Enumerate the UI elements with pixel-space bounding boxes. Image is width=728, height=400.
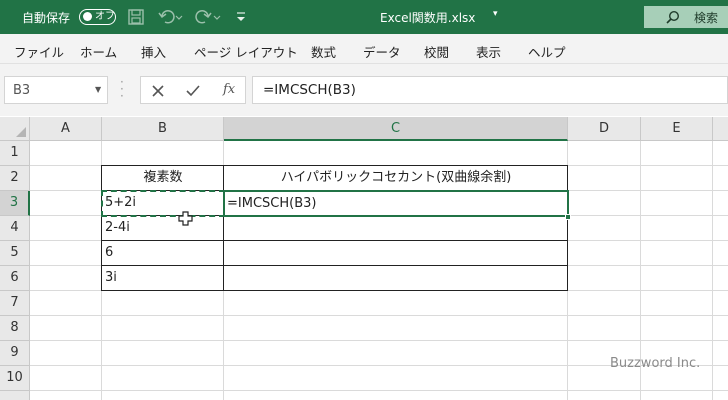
row-header-11[interactable] [0,391,30,400]
formula-input[interactable]: =IMCSCH(B3) [252,76,728,104]
search-icon [666,10,680,24]
select-all-button[interactable] [0,117,30,141]
name-box-dropdown-icon[interactable]: ▼ [95,85,101,94]
cell-select-cursor-icon [178,211,193,226]
watermark: Buzzword Inc. [610,356,701,371]
tab-file[interactable]: ファイル [14,42,64,61]
cell-b5[interactable]: 6 [105,241,113,265]
cell-c2[interactable]: ハイパボリックコセカント(双曲線余割) [224,166,568,190]
name-box[interactable]: B3 ▼ [4,76,108,104]
gridline [712,141,713,400]
cancel-icon[interactable] [151,84,165,98]
name-box-value: B3 [13,83,31,98]
tab-insert[interactable]: 挿入 [141,42,166,61]
active-cell-c3[interactable]: =IMCSCH(B3) [223,190,569,217]
tab-review[interactable]: 校閲 [424,42,449,61]
column-header-b[interactable]: B [102,117,224,141]
formula-bar-buttons: fx [140,76,246,104]
row-header-1[interactable]: 1 [0,141,30,166]
row-header-8[interactable]: 8 [0,316,30,341]
insert-function-icon[interactable]: fx [223,82,235,97]
gridline [30,390,728,391]
cell-b2[interactable]: 複素数 [102,166,224,190]
tab-formulas[interactable]: 数式 [311,42,336,61]
column-header-e[interactable]: E [641,117,713,141]
cell-b3[interactable]: 5+2i [105,191,136,215]
tab-data[interactable]: データ [363,42,401,61]
row-header-4[interactable]: 4 [0,216,30,241]
undo-icon[interactable] [157,9,183,25]
table-border [101,265,568,266]
formula-text: =IMCSCH(B3) [263,82,356,98]
cell-b4[interactable]: 2-4i [105,216,130,240]
ribbon-tabs: ファイル ホーム 挿入 ページ レイアウト 数式 データ 校閲 表示 ヘルプ [0,34,728,64]
autosave-state: オフ [95,11,115,22]
cell-b6[interactable]: 3i [105,266,117,290]
row-header-9[interactable]: 9 [0,341,30,366]
worksheet-grid[interactable]: A B C D E 1 2 3 4 5 6 7 8 9 10 複素数 ハイパボリ… [0,117,728,400]
row-header-5[interactable]: 5 [0,241,30,266]
column-header-c[interactable]: C [224,117,568,141]
title-bar: 自動保存 オフ Excel関数用.xlsx ▾ 検索 [0,0,728,34]
toggle-knob [83,12,92,21]
tab-view[interactable]: 表示 [476,42,501,61]
enter-check-icon[interactable] [185,84,201,98]
formula-bar-area: B3 ▼ · · · fx =IMCSCH(B3) [0,64,728,116]
cell-c3-edit-text: =IMCSCH(B3) [227,196,317,211]
column-header-f[interactable] [713,117,728,141]
customize-toolbar-icon[interactable] [235,9,247,25]
row-header-3[interactable]: 3 [0,191,30,216]
column-header-d[interactable]: D [568,117,641,141]
table-border [101,240,568,241]
tab-help[interactable]: ヘルプ [528,42,566,61]
gridline [30,315,728,316]
gridline [30,340,728,341]
select-all-triangle-icon [16,127,26,137]
title-caret-icon[interactable]: ▾ [493,9,498,19]
row-header-2[interactable]: 2 [0,166,30,191]
formula-bar-grip-icon[interactable]: · · · [120,76,124,102]
redo-icon[interactable] [195,9,221,25]
column-header-a[interactable]: A [30,117,102,141]
autosave-label: 自動保存 [22,11,71,25]
row-header-7[interactable]: 7 [0,291,30,316]
save-icon[interactable] [127,9,145,25]
autosave-toggle[interactable]: オフ [79,9,116,25]
tab-page-layout[interactable]: ページ レイアウト [194,42,298,61]
fill-handle[interactable] [565,214,571,220]
row-header-6[interactable]: 6 [0,266,30,291]
document-title: Excel関数用.xlsx [380,11,476,25]
search-label: 検索 [694,11,719,25]
row-header-10[interactable]: 10 [0,366,30,391]
search-box[interactable]: 検索 [644,6,728,28]
tab-home[interactable]: ホーム [80,42,117,61]
